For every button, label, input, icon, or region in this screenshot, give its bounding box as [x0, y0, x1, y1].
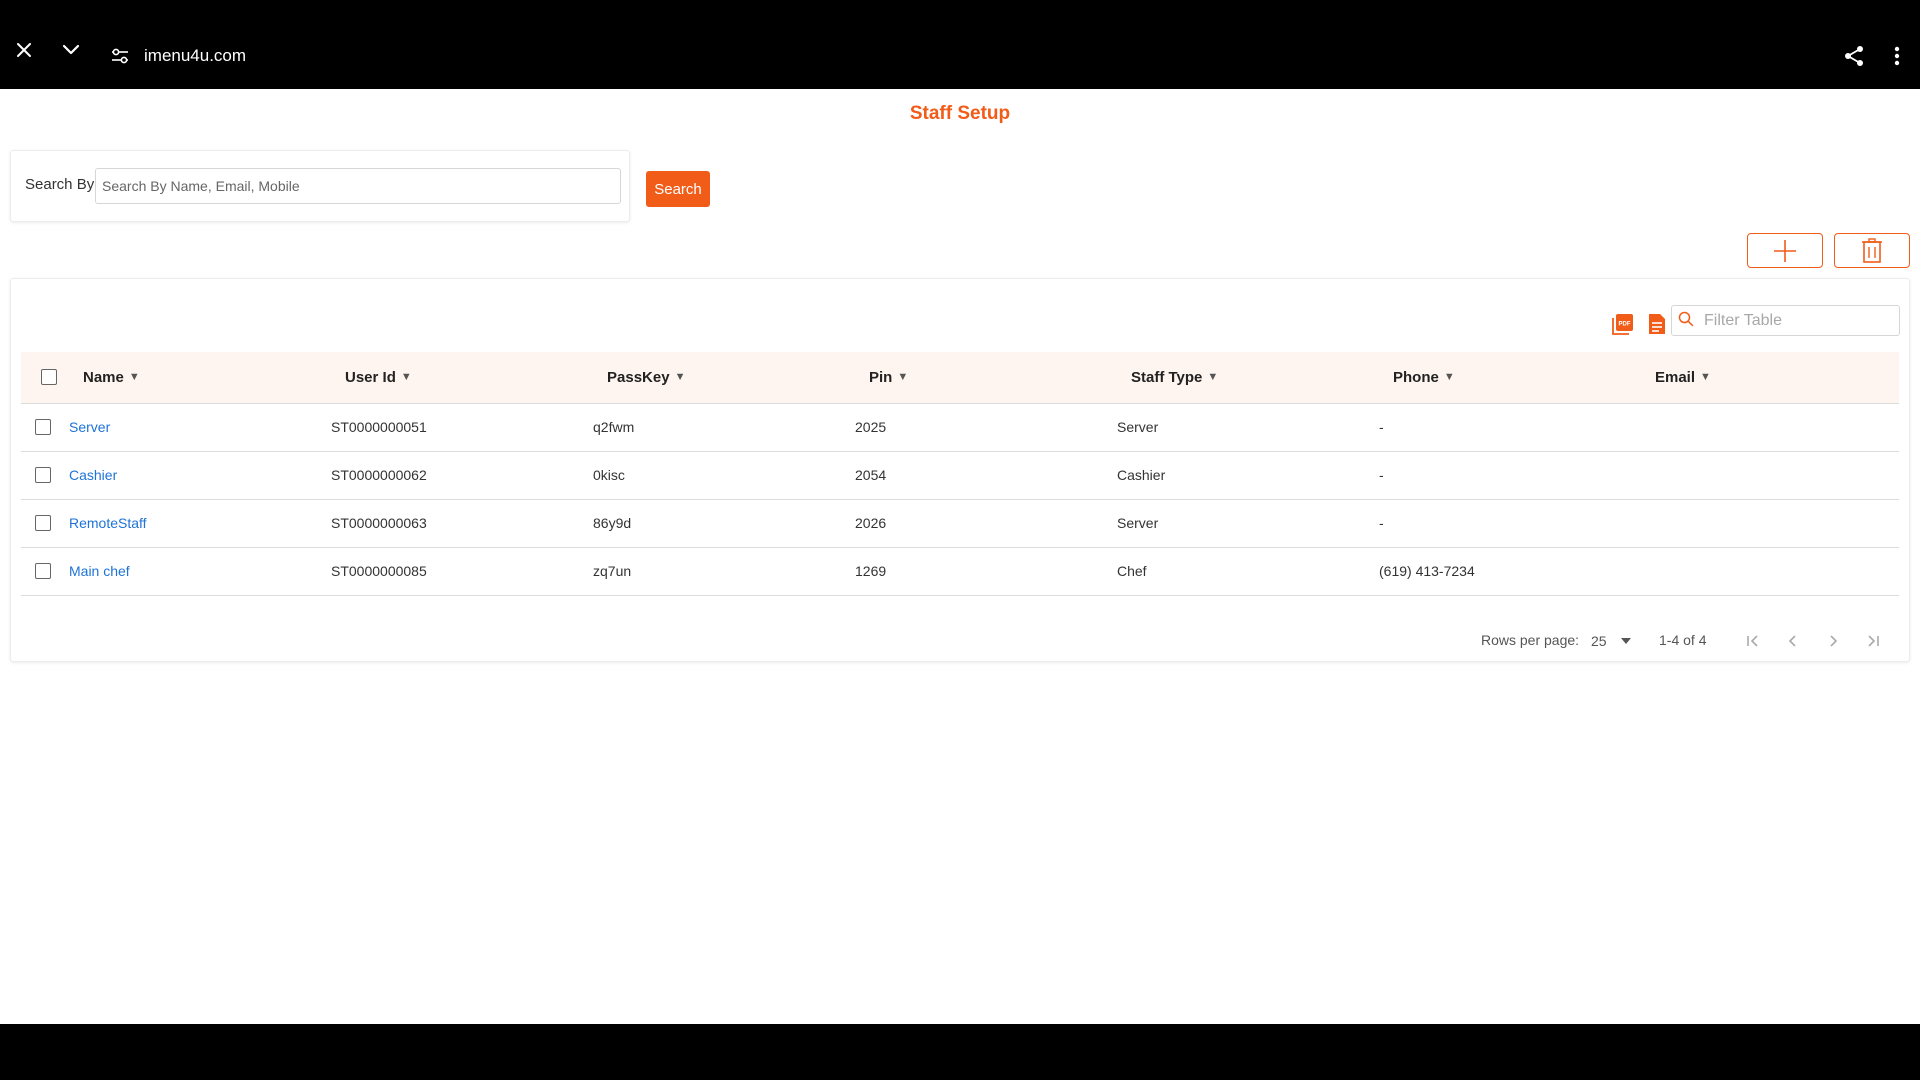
- row-checkbox[interactable]: [35, 563, 51, 579]
- search-label: Search By: [25, 176, 95, 193]
- table-row: Main chef ST0000000085 zq7un 1269 Chef (…: [21, 547, 1899, 596]
- column-header-label: Name: [83, 368, 124, 386]
- pin-cell: 1269: [855, 563, 887, 579]
- share-icon[interactable]: [1840, 42, 1868, 70]
- column-header-user-id[interactable]: User Id ▼: [331, 352, 593, 404]
- pin-cell: 2025: [855, 419, 887, 435]
- user-id-cell: ST0000000062: [331, 467, 427, 483]
- table-row: Cashier ST0000000062 0kisc 2054 Cashier …: [21, 451, 1899, 500]
- staff-name-link[interactable]: Main chef: [69, 563, 130, 579]
- column-header-pin[interactable]: Pin ▼: [855, 352, 1117, 404]
- search-input[interactable]: [95, 168, 621, 204]
- page-title: Staff Setup: [909, 103, 1011, 124]
- staff-name-link[interactable]: Server: [69, 419, 110, 435]
- column-header-label: Phone: [1393, 368, 1439, 386]
- column-header-label: Email: [1655, 368, 1696, 386]
- phone-cell: (619) 413-7234: [1379, 563, 1475, 579]
- sort-down-icon: ▼: [1207, 371, 1219, 384]
- column-header-label: PassKey: [607, 368, 670, 386]
- staff-type-cell: Server: [1117, 419, 1159, 435]
- phone-cell: -: [1379, 515, 1384, 531]
- staff-name-link[interactable]: RemoteStaff: [69, 515, 147, 531]
- add-staff-button[interactable]: [1747, 233, 1823, 268]
- browser-top-bar: imenu4u.com: [0, 0, 1920, 89]
- passkey-cell: q2fwm: [593, 419, 635, 435]
- search-icon: [1678, 311, 1694, 327]
- user-id-cell: ST0000000051: [331, 419, 427, 435]
- pin-cell: 2026: [855, 515, 887, 531]
- column-header-label: Pin: [869, 368, 893, 386]
- select-all-cell: [21, 352, 69, 404]
- column-header-label: User Id: [345, 368, 396, 386]
- table-header-row: Name ▼ User Id ▼ PassKey ▼ Pin ▼ Staff Type ▼…: [21, 352, 1899, 404]
- user-id-cell: ST0000000085: [331, 563, 427, 579]
- phone-cell: -: [1379, 467, 1384, 483]
- column-header-name[interactable]: Name ▼: [69, 352, 331, 404]
- column-header-passkey[interactable]: PassKey ▼: [593, 352, 855, 404]
- sort-down-icon: ▼: [1700, 371, 1711, 384]
- column-header-staff-type[interactable]: Staff Type ▼: [1117, 352, 1379, 404]
- next-page-icon[interactable]: [1819, 627, 1847, 655]
- document-export-icon[interactable]: [1645, 312, 1669, 336]
- svg-text:PDF: PDF: [1619, 322, 1631, 328]
- rows-per-page-value: 25: [1591, 633, 1607, 649]
- passkey-cell: zq7un: [593, 563, 632, 579]
- close-icon[interactable]: [10, 36, 38, 64]
- sort-down-icon: ▼: [128, 371, 140, 384]
- pagination-range: 1-4 of 4: [1659, 632, 1707, 648]
- pin-cell: 2054: [855, 467, 887, 483]
- staff-type-cell: Chef: [1117, 563, 1147, 579]
- url-text[interactable]: imenu4u.com: [144, 44, 246, 68]
- row-checkbox[interactable]: [35, 467, 51, 483]
- search-button[interactable]: Search: [646, 171, 710, 207]
- staff-name-link[interactable]: Cashier: [69, 467, 117, 483]
- select-all-checkbox[interactable]: [41, 369, 57, 386]
- table-row: RemoteStaff ST0000000063 86y9d 2026 Serv…: [21, 499, 1899, 548]
- chevron-down-icon[interactable]: [57, 36, 85, 64]
- passkey-cell: 86y9d: [593, 515, 632, 531]
- column-header-label: Staff Type: [1131, 368, 1203, 386]
- rows-per-page-label: Rows per page:: [1481, 632, 1580, 648]
- search-card: Search By: [10, 150, 630, 222]
- phone-cell: -: [1379, 419, 1384, 435]
- delete-staff-button[interactable]: [1834, 233, 1910, 268]
- site-settings-icon[interactable]: [108, 44, 132, 68]
- more-vertical-icon[interactable]: [1885, 42, 1909, 70]
- column-header-email[interactable]: Email ▼: [1641, 352, 1899, 404]
- sort-down-icon: ▼: [674, 371, 686, 384]
- staff-table-card: PDF Filter Table Name ▼ User Id ▼ PassKe…: [10, 278, 1910, 662]
- first-page-icon[interactable]: [1739, 627, 1767, 655]
- staff-type-cell: Cashier: [1117, 467, 1166, 483]
- pagination-bar: Rows per page: 25 1-4 of 4: [11, 627, 1911, 657]
- caret-down-icon: [1620, 638, 1631, 644]
- sort-down-icon: ▼: [897, 371, 909, 384]
- user-id-cell: ST0000000063: [331, 515, 427, 531]
- system-bottom-bar: [0, 1024, 1920, 1080]
- plus-icon: [1774, 239, 1796, 262]
- rows-per-page-select[interactable]: 25: [1587, 629, 1637, 653]
- staff-type-cell: Server: [1117, 515, 1159, 531]
- sort-down-icon: ▼: [1443, 371, 1455, 384]
- filter-table-input[interactable]: [1702, 306, 1897, 335]
- row-checkbox[interactable]: [35, 419, 51, 435]
- table-row: Server ST0000000051 q2fwm 2025 Server -: [21, 403, 1899, 452]
- staff-table: Name ▼ User Id ▼ PassKey ▼ Pin ▼ Staff Type ▼…: [21, 352, 1899, 596]
- last-page-icon[interactable]: [1859, 627, 1887, 655]
- previous-page-icon[interactable]: [1779, 627, 1807, 655]
- page-content: Staff Setup Search By Search PDF: [0, 89, 1920, 1024]
- pdf-export-icon[interactable]: PDF: [1611, 312, 1635, 336]
- filter-table-box: [1671, 305, 1900, 336]
- row-checkbox[interactable]: [35, 515, 51, 531]
- sort-down-icon: ▼: [400, 371, 412, 384]
- passkey-cell: 0kisc: [593, 467, 625, 483]
- trash-icon: [1862, 237, 1882, 263]
- column-header-phone[interactable]: Phone ▼: [1379, 352, 1641, 404]
